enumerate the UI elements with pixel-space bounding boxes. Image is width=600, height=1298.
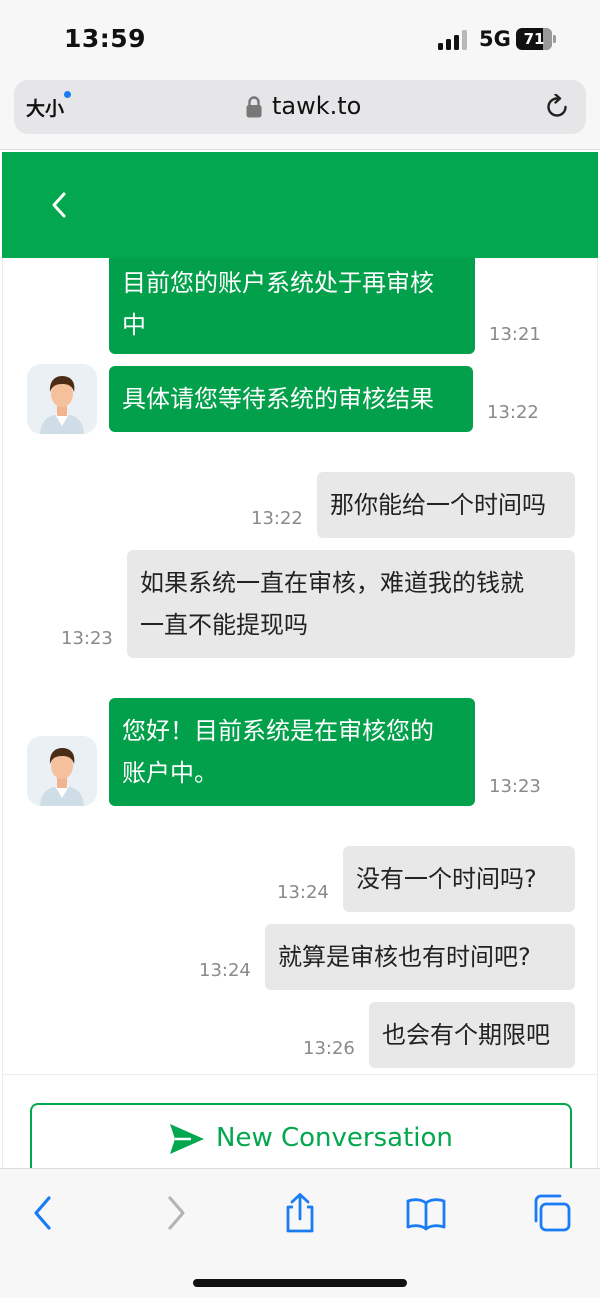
user-message: 那你能给一个时间吗 [317,472,575,538]
agent-message: 目前您的账户系统处于再审核 中 [109,258,475,354]
agent-message: 您好！目前系统是在审核您的 账户中。 [109,698,475,806]
message-time: 13:24 [277,882,329,903]
agent-avatar [27,736,97,806]
agent-avatar [27,364,97,434]
user-message: 没有一个时间吗? [343,846,575,912]
message-time: 13:23 [61,628,113,649]
back-icon[interactable] [24,1193,64,1233]
user-message: 就算是审核也有时间吧? [265,924,575,990]
status-time: 13:59 [64,24,147,53]
home-indicator [193,1279,407,1287]
reload-icon[interactable] [544,94,570,120]
message-line: 一直不能提现吗 [140,611,308,639]
text-size-label: 大小 [26,98,65,120]
signal-icon [438,30,468,50]
user-message: 如果系统一直在审核，难道我的钱就 一直不能提现吗 [127,550,575,658]
chat-header [2,152,598,258]
message-time: 13:23 [489,776,541,797]
text-size-button[interactable]: 大小 [26,91,72,121]
new-conversation-button[interactable]: New Conversation [30,1103,572,1173]
notification-dot [64,91,72,98]
message-time: 13:22 [251,508,303,529]
message-time: 13:24 [199,960,251,981]
message-line: 如果系统一直在审核，难道我的钱就 [140,569,524,597]
chevron-left-icon[interactable] [47,190,71,220]
bookmarks-icon[interactable] [406,1193,446,1233]
send-icon [170,1124,204,1154]
browser-address-area: 大小 tawk.to [0,78,600,150]
chat-footer: New Conversation [2,1074,598,1173]
message-line: 目前您的账户系统处于再审核 [122,269,434,297]
forward-icon[interactable] [155,1193,195,1233]
message-line: 账户中。 [122,759,218,787]
message-line: 没有一个时间吗? [356,865,537,893]
chat-transcript: 目前您的账户系统处于再审核 中 13:21 具体请您等待系统的审核结果 13:2… [2,258,598,1074]
message-time: 13:22 [487,402,539,423]
message-line: 也会有个期限吧 [382,1021,550,1049]
tabs-icon[interactable] [532,1193,572,1233]
message-time: 13:21 [489,324,541,345]
message-line: 您好！目前系统是在审核您的 [122,717,434,745]
user-message: 也会有个期限吧 [369,1002,575,1068]
share-icon[interactable] [280,1193,320,1233]
message-line: 中 [122,311,146,339]
url-domain: tawk.to [272,92,362,120]
message-time: 13:26 [303,1038,355,1059]
agent-message: 具体请您等待系统的审核结果 [109,366,473,432]
status-bar: 13:59 5G 71 [0,0,600,78]
browser-toolbar [0,1168,600,1298]
message-line: 那你能给一个时间吗 [330,491,546,519]
network-type: 5G [479,27,511,51]
address-bar[interactable]: 大小 tawk.to [14,80,586,134]
battery-level: 71 [523,30,545,48]
battery-icon: 71 [516,28,556,50]
new-conversation-label: New Conversation [216,1123,453,1153]
lock-icon [246,96,262,118]
message-line: 就算是审核也有时间吧? [278,943,531,971]
message-line: 具体请您等待系统的审核结果 [122,385,434,413]
